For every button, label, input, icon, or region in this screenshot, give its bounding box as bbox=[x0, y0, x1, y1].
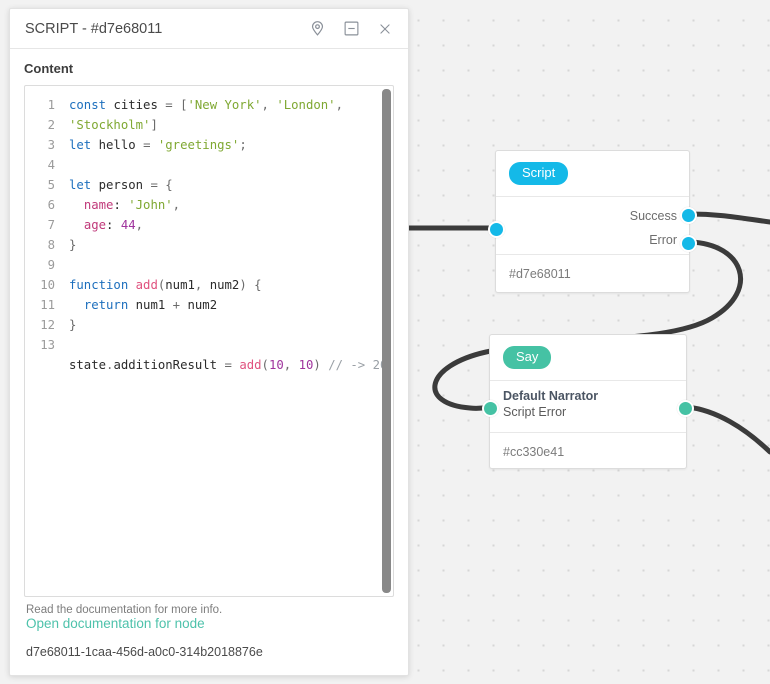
code-line-number: 4 bbox=[47, 158, 55, 172]
edge-say-output bbox=[684, 404, 770, 455]
code-line-text: return num1 + num2 bbox=[83, 298, 218, 312]
code-line-text: function add(num1, num2) { bbox=[69, 278, 262, 292]
say-input-port[interactable] bbox=[482, 400, 499, 417]
code-line: 6 name: 'John', bbox=[25, 195, 393, 215]
code-line: 10 function add(num1, num2) { bbox=[25, 275, 393, 295]
say-node-badge: Say bbox=[503, 345, 552, 370]
code-line-number: 9 bbox=[47, 258, 55, 272]
script-success-label: Success bbox=[629, 209, 677, 223]
code-line-number: 7 bbox=[47, 218, 55, 232]
panel-header: SCRIPT - #d7e68011 bbox=[10, 9, 408, 49]
code-editor-scrollbar[interactable] bbox=[382, 89, 391, 593]
documentation-hint: Read the documentation for more info. bbox=[26, 604, 223, 616]
code-line-number: 10 bbox=[40, 278, 55, 292]
code-line: 11 return num1 + num2 bbox=[25, 295, 393, 315]
code-line-text: let person = { bbox=[69, 178, 173, 192]
script-error-row: Error bbox=[496, 228, 689, 252]
script-input-port[interactable] bbox=[488, 221, 505, 238]
code-line-text: name: 'John', bbox=[83, 198, 181, 212]
panel-footer: Open documentation for node d7e68011-1ca… bbox=[10, 616, 408, 675]
minimize-icon bbox=[344, 21, 358, 36]
panel-title: SCRIPT - #d7e68011 bbox=[25, 20, 163, 37]
code-line-text: const cities = ['New York', 'London', bbox=[69, 98, 343, 112]
code-line-number bbox=[25, 355, 69, 375]
content-field-label: Content bbox=[24, 61, 74, 76]
code-line: 13 bbox=[25, 335, 393, 355]
code-editor[interactable]: 1 const cities = ['New York', 'London', 2 '… bbox=[24, 85, 394, 597]
code-line-text: } bbox=[69, 318, 77, 332]
map-pin-icon bbox=[311, 21, 323, 36]
edge-script-success bbox=[687, 211, 770, 225]
code-line: 7 age: 44, bbox=[25, 215, 393, 235]
say-output-port[interactable] bbox=[677, 400, 694, 417]
code-line-number: 11 bbox=[40, 298, 55, 312]
code-line: 12} bbox=[25, 315, 393, 335]
code-line-number: 3 bbox=[47, 138, 55, 152]
say-narrator-label: Default Narrator bbox=[503, 389, 599, 403]
code-line: 4 bbox=[25, 155, 393, 175]
code-line-number: 13 bbox=[40, 338, 55, 352]
panel-content: Content 1 const cities = ['New York', 'Lo… bbox=[10, 49, 408, 616]
say-node-details: Default Narrator Script Error bbox=[490, 381, 686, 433]
script-error-port[interactable] bbox=[680, 235, 697, 252]
close-panel-button[interactable] bbox=[372, 16, 398, 42]
code-line: 9 bbox=[25, 255, 393, 275]
say-node-header: Say bbox=[490, 335, 686, 381]
say-node-id: #cc330e41 bbox=[503, 445, 565, 459]
code-line-text: state.additionResult = add(10, 10) // ->… bbox=[69, 358, 388, 372]
flow-node-script[interactable]: Script Success Error #d7e68011 bbox=[488, 150, 697, 293]
code-line: state.additionResult = add(10, 10) // ->… bbox=[25, 355, 393, 375]
close-icon bbox=[380, 23, 390, 34]
code-line-number: 1 bbox=[47, 98, 55, 112]
open-documentation-link[interactable]: Open documentation for node bbox=[26, 616, 394, 631]
code-line-number: 5 bbox=[47, 178, 55, 192]
code-line-number: 8 bbox=[47, 238, 55, 252]
code-line-text: } bbox=[69, 238, 77, 252]
script-error-label: Error bbox=[649, 233, 677, 247]
script-node-header: Script bbox=[496, 151, 689, 197]
code-line-number: 6 bbox=[47, 198, 55, 212]
node-properties-panel[interactable]: SCRIPT - #d7e68011 Content 1 const cities… bbox=[9, 8, 409, 676]
code-line: 3 let hello = 'greetings'; bbox=[25, 135, 393, 155]
script-node-id: #d7e68011 bbox=[509, 267, 571, 281]
flow-node-say[interactable]: Say Default Narrator Script Error #cc330… bbox=[482, 334, 694, 469]
node-uuid-text: d7e68011-1caa-456d-a0c0-314b2018876e bbox=[26, 645, 263, 659]
script-node-ports: Success Error bbox=[496, 197, 689, 255]
code-editor-lines[interactable]: 1 const cities = ['New York', 'London', 2 '… bbox=[25, 86, 393, 596]
code-line: 2 'Stockholm'] bbox=[25, 115, 393, 135]
script-success-row: Success bbox=[496, 204, 689, 228]
code-line: 8} bbox=[25, 235, 393, 255]
code-line-text: let hello = 'greetings'; bbox=[69, 138, 247, 152]
locate-node-button[interactable] bbox=[304, 16, 330, 42]
code-line: 5 let person = { bbox=[25, 175, 393, 195]
script-node-badge: Script bbox=[509, 161, 569, 186]
say-message-label: Script Error bbox=[503, 405, 567, 419]
code-line: 1 const cities = ['New York', 'London', bbox=[25, 95, 393, 115]
code-line-text: 'Stockholm'] bbox=[69, 118, 158, 132]
code-line-number: 2 bbox=[47, 118, 55, 132]
code-line-text: age: 44, bbox=[83, 218, 144, 232]
code-line-number: 12 bbox=[40, 318, 55, 332]
minimize-panel-button[interactable] bbox=[338, 16, 364, 42]
script-success-port[interactable] bbox=[680, 207, 697, 224]
